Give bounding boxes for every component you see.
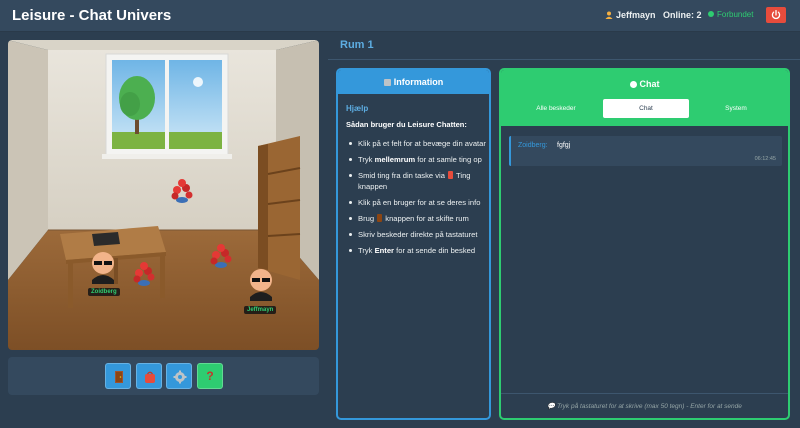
info-icon: [383, 79, 391, 86]
user-icon: [605, 11, 613, 19]
help-item: Smid ting fra din taske via Ting knappen: [346, 170, 486, 192]
tab-system[interactable]: System: [693, 99, 779, 118]
avatar-zoidberg[interactable]: [92, 252, 114, 284]
message-text: fgfgj: [557, 142, 571, 149]
help-item: Skriv beskeder direkte på tastaturet: [346, 229, 486, 240]
chat-header: Chat Alle beskeder Chat System: [501, 70, 788, 126]
chat-bubble-icon: [629, 81, 637, 88]
username: Jeffmayn: [616, 10, 656, 20]
room-title: Rum 1: [340, 39, 374, 51]
information-title: Information: [393, 77, 444, 87]
help-item: Brug knappen for at skifte rum: [346, 213, 486, 224]
action-toolbar: ?: [8, 357, 319, 395]
change-room-button[interactable]: [105, 363, 131, 389]
help-subtitle: Sådan bruger du Leisure Chatten:: [346, 120, 467, 129]
information-header: Information: [338, 70, 489, 94]
chat-message: Zoidberg: fgfgj 06:12:45: [509, 136, 782, 166]
question-icon: ?: [206, 369, 214, 383]
top-bar: Leisure - Chat Univers Jeffmayn Online: …: [0, 0, 800, 32]
message-author[interactable]: Zoidberg:: [518, 142, 548, 149]
information-panel: Information Hjælp Sådan bruger du Leisur…: [336, 68, 491, 420]
logout-button[interactable]: [766, 7, 786, 23]
help-button[interactable]: ?: [197, 363, 223, 389]
help-title: Hjælp: [346, 104, 369, 113]
inventory-button[interactable]: [136, 363, 162, 389]
message-time: 06:12:45: [754, 156, 776, 162]
chat-input-hint[interactable]: 💬 Tryk på tastaturet for at skrive (max …: [501, 393, 788, 418]
help-item: Klik på en bruger for at se deres info: [346, 197, 486, 208]
help-item: Tryk mellemrum for at samle ting op: [346, 154, 486, 165]
avatar-jeffmayn[interactable]: [250, 269, 272, 301]
chat-bubble-icon: 💬: [547, 403, 558, 410]
chat-panel: Chat Alle beskeder Chat System Zoidberg:…: [499, 68, 790, 420]
help-item: Tryk Enter for at sende din besked: [346, 245, 486, 256]
app-title: Leisure - Chat Univers: [12, 7, 172, 24]
status-label: Forbundet: [717, 10, 754, 19]
power-icon: [771, 9, 781, 20]
current-user: Jeffmayn: [605, 10, 656, 20]
door-icon: [115, 371, 123, 383]
bag-icon: [145, 371, 155, 383]
divider: [328, 59, 800, 60]
online-count: Online: 2: [663, 10, 702, 20]
chat-title: Chat: [501, 79, 788, 89]
bag-icon: [448, 171, 454, 179]
gear-icon: [173, 370, 187, 384]
avatar-name-label: Jeffmayn: [244, 306, 277, 314]
avatar-name-label: Zoidberg: [88, 288, 120, 296]
tab-chat[interactable]: Chat: [603, 99, 689, 118]
connection-status: Forbundet: [708, 10, 753, 19]
status-dot-icon: [708, 11, 714, 17]
help-list: Klik på et felt for at bevæge din avatar…: [346, 138, 486, 261]
door-icon: [377, 214, 383, 222]
room-view[interactable]: Zoidberg Jeffmayn: [8, 40, 319, 350]
tab-all-messages[interactable]: Alle beskeder: [513, 99, 599, 118]
settings-button[interactable]: [166, 363, 192, 389]
room-scene[interactable]: [8, 40, 319, 350]
help-item: Klik på et felt for at bevæge din avatar: [346, 138, 486, 149]
